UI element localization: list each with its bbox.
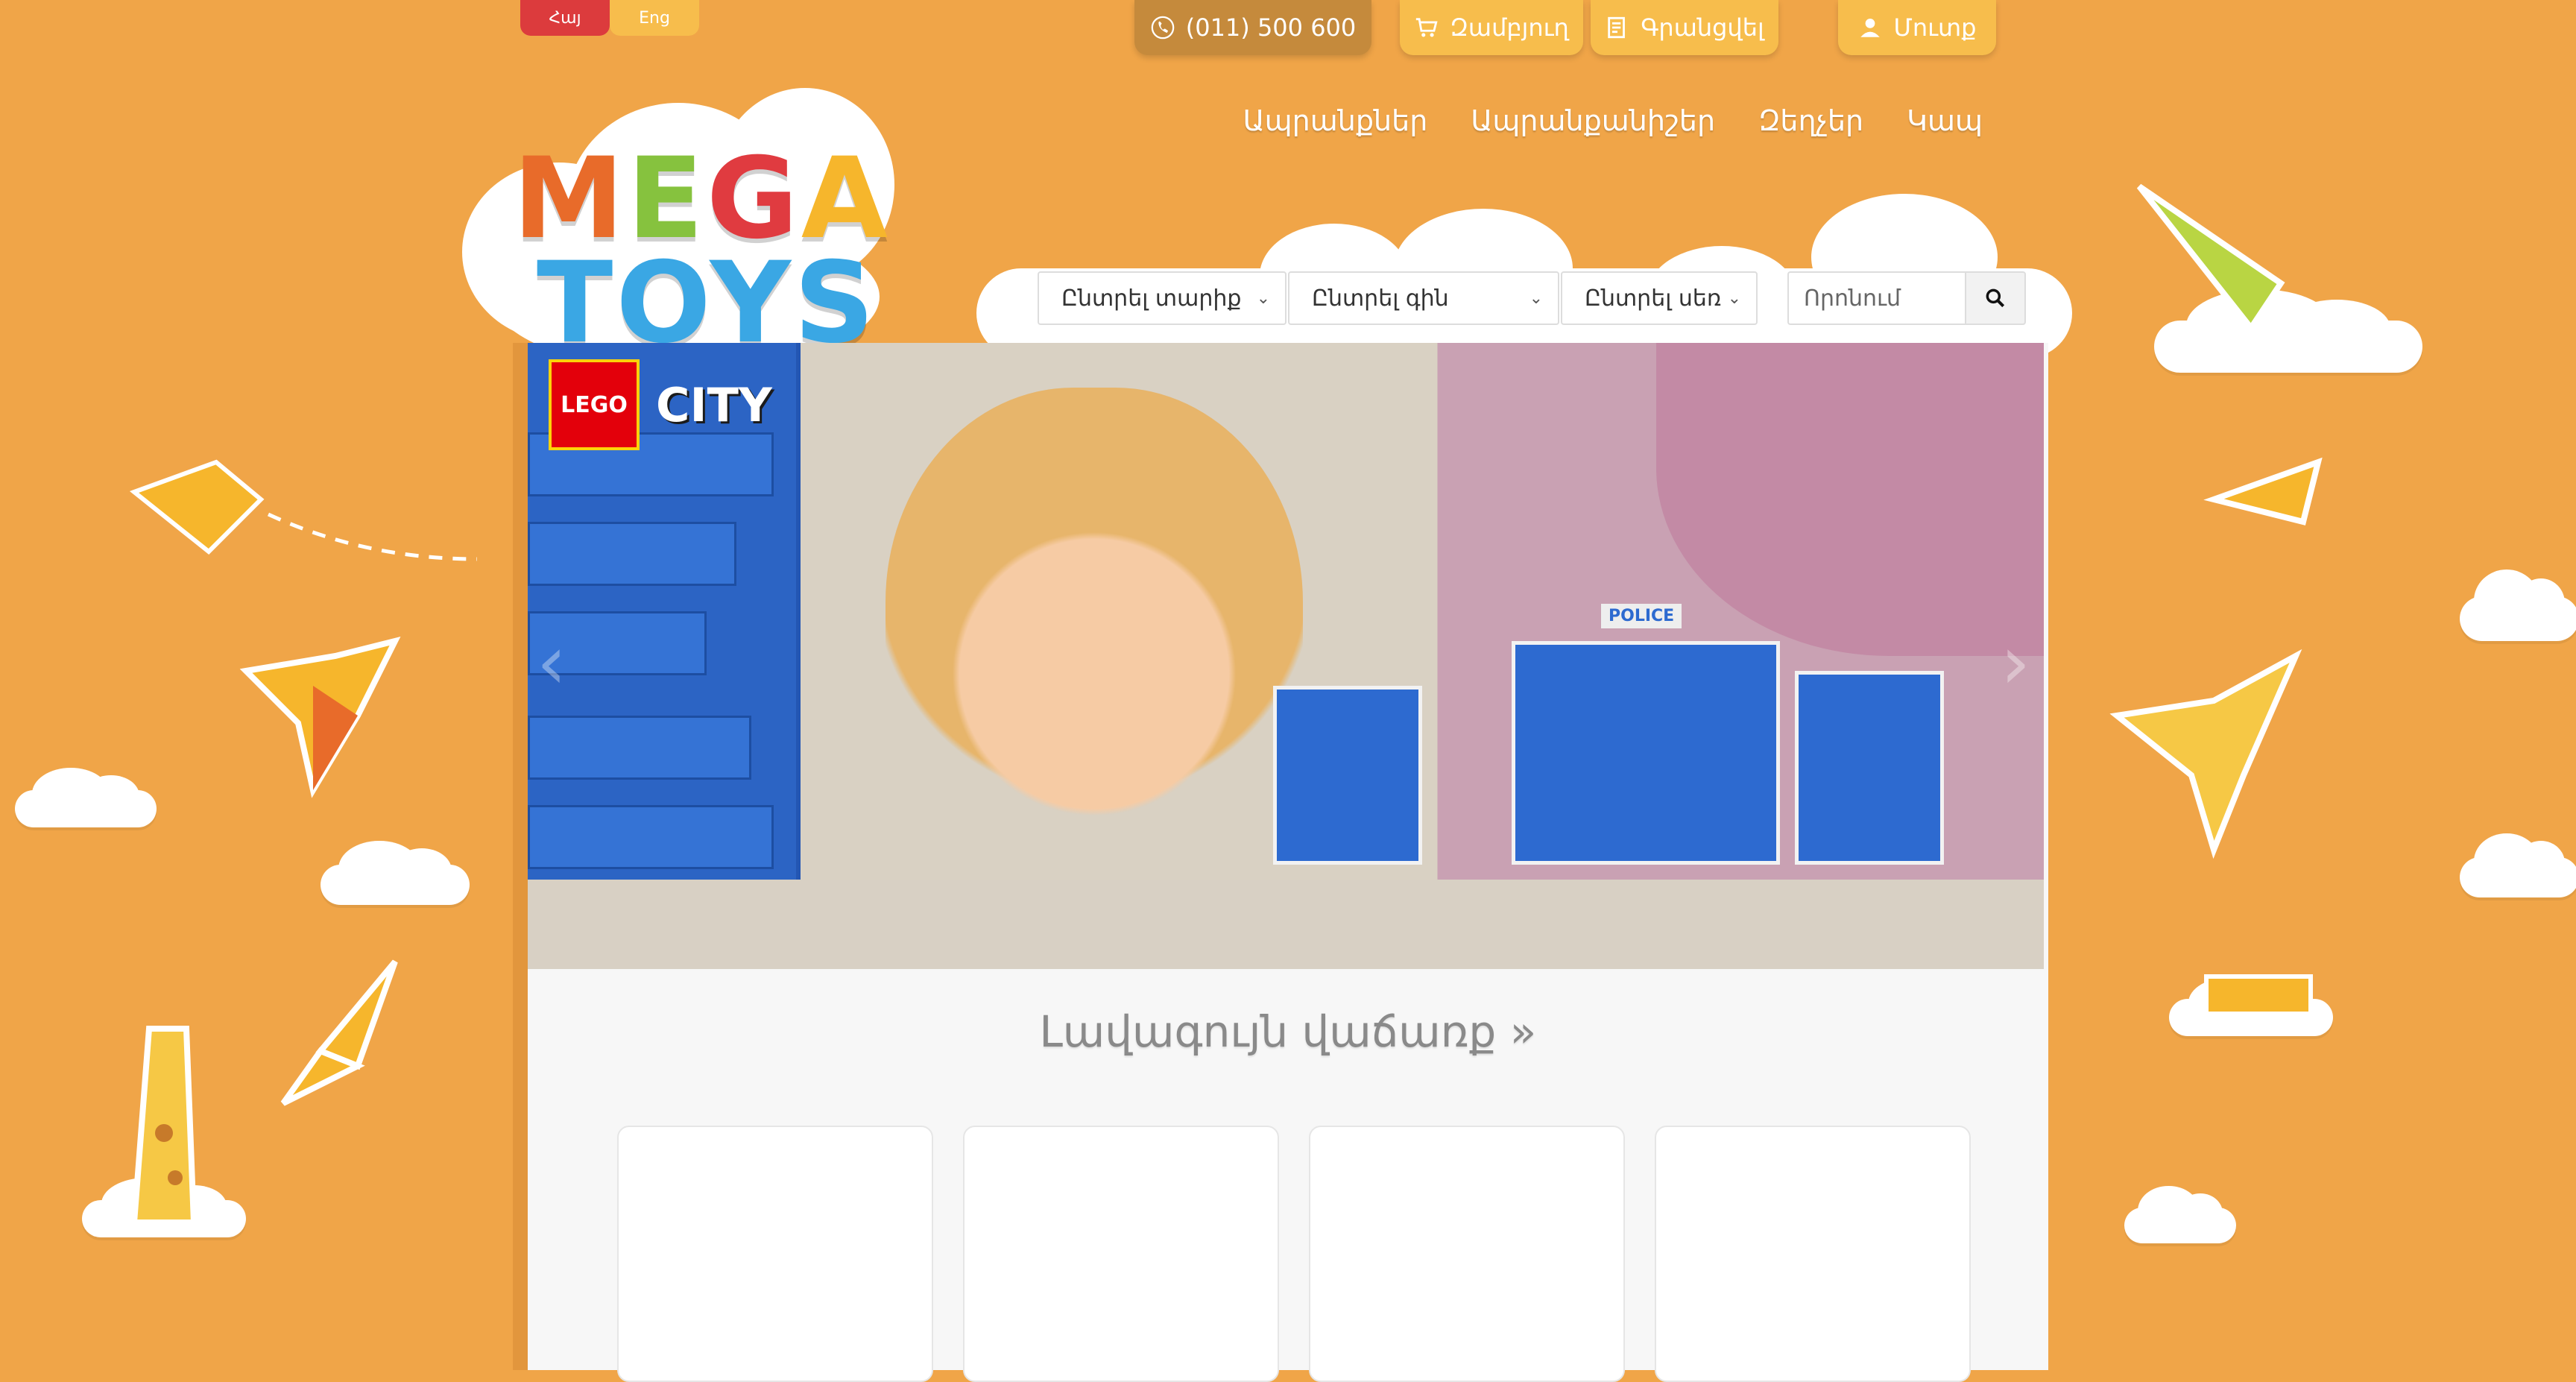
city-label: CITY (656, 377, 772, 432)
search-box (1787, 271, 2026, 325)
main-nav: Ապրանքներ Ապրանքանիշեր Զեղչեր Կապ (1243, 104, 1983, 137)
rocket-icon (280, 959, 398, 1106)
carousel-prev-arrow[interactable]: ‹ (537, 619, 566, 706)
product-cards (617, 1126, 1971, 1382)
login-label: Մուտք (1893, 13, 1977, 42)
green-rocket-icon (2136, 183, 2285, 333)
bg-cloud (2460, 833, 2576, 897)
lego-logo: LEGO (549, 359, 640, 450)
nav-item-products[interactable]: Ապրանքներ (1243, 104, 1428, 137)
biplane-icon (2203, 457, 2323, 526)
cart-icon (1416, 18, 1438, 37)
chevron-down-icon: ⌄ (1529, 288, 1543, 308)
search-button[interactable] (1965, 271, 2026, 325)
gender-select-label: Ընտրել սեռ (1585, 285, 1722, 312)
register-label: Գրանցվել (1641, 13, 1764, 42)
chevron-down-icon: ⌄ (1727, 288, 1741, 308)
banner-floor (528, 880, 2044, 969)
lego-city-badge: LEGO CITY (549, 359, 772, 450)
product-card[interactable] (1309, 1126, 1625, 1382)
price-select-label: Ընտրել գին (1312, 285, 1449, 312)
nav-item-contact[interactable]: Կապ (1907, 104, 1983, 137)
phone-icon (1151, 16, 1175, 40)
register-button[interactable]: Գրանցվել (1591, 0, 1778, 55)
content-shadow (513, 343, 528, 1370)
filter-bar: Ընտրել տարիք ⌄ Ընտրել գին ⌄ Ընտրել սեռ ⌄ (1038, 271, 1758, 325)
user-icon (1860, 18, 1881, 37)
search-icon (1986, 288, 2005, 308)
bg-cloud (2460, 569, 2576, 641)
gender-select[interactable]: Ընտրել սեռ ⌄ (1561, 271, 1758, 325)
product-card[interactable] (1655, 1126, 1971, 1382)
cart-button[interactable]: Զամբյուղ (1400, 0, 1583, 55)
age-select-label: Ընտրել տարիք (1061, 285, 1242, 312)
cart-label: Զամբյուղ (1450, 13, 1569, 42)
section-title-bestsellers[interactable]: Լավագույն վաճառք » (528, 1006, 2048, 1057)
language-english[interactable]: Eng (610, 0, 699, 36)
police-station-model: POLICE (1273, 604, 1944, 865)
bg-cloud (2124, 1186, 2236, 1243)
product-card[interactable] (617, 1126, 933, 1382)
login-button[interactable]: Մուտք (1838, 0, 1996, 55)
banner-adult (1656, 343, 2044, 656)
age-select[interactable]: Ընտրել տարիք ⌄ (1038, 271, 1287, 325)
phone-number: (011) 500 600 (1185, 13, 1357, 42)
register-icon (1608, 16, 1626, 39)
bg-cloud (15, 768, 157, 827)
train-icon (2204, 974, 2313, 1016)
hero-banner[interactable]: POLICE LEGO CITY ‹ › (528, 343, 2044, 969)
origami-bird-icon (239, 637, 401, 798)
search-input[interactable] (1787, 271, 1965, 325)
banner-child (886, 388, 1303, 865)
paper-plane-icon (129, 459, 478, 561)
carousel-next-arrow[interactable]: › (2001, 619, 2030, 706)
product-card[interactable] (963, 1126, 1279, 1382)
phone-button[interactable]: (011) 500 600 (1134, 0, 1371, 55)
nav-item-discounts[interactable]: Զեղչեր (1758, 104, 1863, 137)
giraffe-icon (130, 1026, 198, 1225)
chevron-down-icon: ⌄ (1256, 288, 1270, 308)
price-select[interactable]: Ընտրել գին ⌄ (1288, 271, 1559, 325)
nav-item-brands[interactable]: Ապրանքանիշեր (1471, 104, 1715, 137)
language-armenian[interactable]: Հայ (520, 0, 610, 36)
police-sign: POLICE (1601, 604, 1682, 628)
origami-bird-icon (2109, 649, 2302, 859)
bg-cloud (321, 840, 470, 905)
